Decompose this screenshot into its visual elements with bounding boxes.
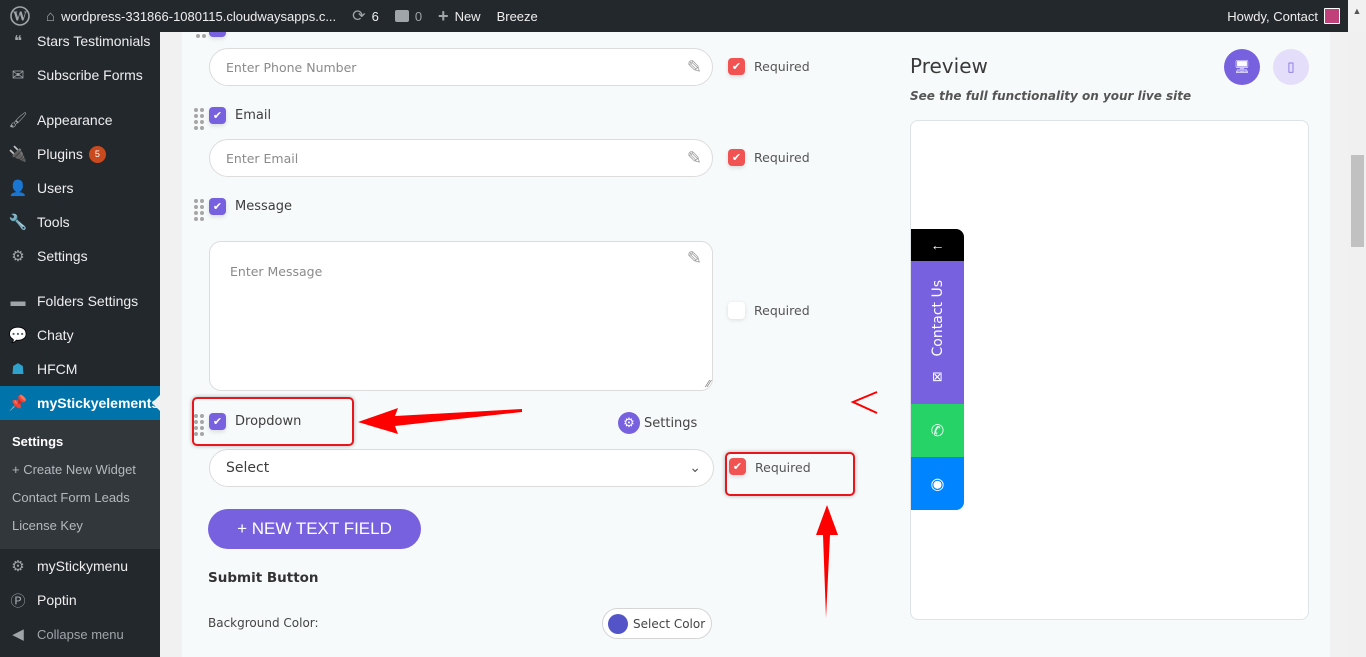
preview-subtitle: See the full functionality on your live … bbox=[910, 89, 1192, 103]
pencil-icon[interactable]: ✎ bbox=[687, 57, 702, 78]
wrench-icon: 🔧 bbox=[8, 214, 28, 231]
updates-link[interactable]: ⟳ 6 bbox=[344, 0, 387, 32]
plugin-icon: 🔌 bbox=[8, 146, 28, 163]
collapse-arrow-button[interactable]: ← bbox=[911, 229, 964, 261]
collapse-icon: ◀ bbox=[12, 626, 24, 643]
mobile-preview-button[interactable]: ▯ bbox=[1273, 49, 1309, 85]
collapse-menu-button[interactable]: ◀ Collapse menu bbox=[0, 617, 160, 651]
dropdown-settings-button[interactable]: ⚙ Settings bbox=[618, 412, 697, 434]
drag-handle-icon[interactable] bbox=[194, 108, 204, 130]
email-required-checkbox[interactable]: ✔ bbox=[728, 149, 745, 166]
annotation-box-dropdown bbox=[192, 397, 354, 446]
sidebar-item-subscribe-forms[interactable]: ✉ Subscribe Forms bbox=[0, 58, 160, 92]
email-enable-checkbox[interactable]: ✔ bbox=[209, 107, 226, 124]
color-swatch bbox=[608, 613, 628, 634]
site-name-link[interactable]: ⌂ wordpress-331866-1080115.cloudwaysapps… bbox=[38, 0, 344, 32]
submit-button-section-title: Submit Button bbox=[208, 570, 319, 586]
email-required-label: Required bbox=[754, 150, 810, 165]
sidebar-item-poptin[interactable]: Ⓟ Poptin bbox=[0, 583, 160, 617]
settings-sliders-icon: ⚙ bbox=[11, 248, 25, 265]
resize-handle-icon[interactable]: ⁄⁄ bbox=[707, 379, 710, 390]
pin-icon: 📌 bbox=[8, 395, 28, 412]
submenu-license-key[interactable]: License Key bbox=[0, 511, 160, 539]
my-account-link[interactable]: Howdy, Contact bbox=[1219, 0, 1340, 32]
updates-icon: ⟳ bbox=[352, 8, 366, 25]
wordpress-icon: W bbox=[10, 6, 30, 26]
wordpress-logo-button[interactable]: W bbox=[0, 0, 38, 32]
submenu-settings[interactable]: Settings bbox=[0, 427, 160, 455]
phone-field[interactable]: Enter Phone Number ✎ bbox=[209, 48, 713, 86]
page-scrollbar[interactable] bbox=[1348, 32, 1366, 657]
select-color-button[interactable]: Select Color bbox=[602, 608, 712, 639]
email-label: Email bbox=[235, 108, 272, 123]
gear-icon: ⚙ bbox=[11, 558, 25, 575]
message-enable-checkbox[interactable]: ✔ bbox=[209, 198, 226, 215]
svg-text:W: W bbox=[12, 10, 27, 24]
sidebar-item-hfcm[interactable]: ☗ HFCM bbox=[0, 352, 160, 386]
sidebar-item-folders-settings[interactable]: ▬ Folders Settings bbox=[0, 284, 160, 318]
quote-icon: ❝ bbox=[13, 33, 23, 50]
plus-icon: + bbox=[438, 5, 449, 26]
admin-sidebar: ❝ Stars Testimonials ✉ Subscribe Forms 🖌 Ap… bbox=[0, 32, 160, 657]
paintbrush-icon: 🖌 bbox=[8, 112, 28, 129]
desktop-preview-button[interactable]: 🖥 bbox=[1224, 49, 1260, 85]
poptin-icon: Ⓟ bbox=[10, 592, 26, 610]
envelope-icon: ⊠ bbox=[932, 370, 943, 386]
folder-icon: ▬ bbox=[10, 292, 26, 310]
sidebar-item-mystickyelements[interactable]: 📌 myStickyelements bbox=[0, 386, 160, 420]
scroll-up-icon[interactable]: ▲ bbox=[1348, 0, 1366, 32]
whatsapp-tab[interactable]: ✆ bbox=[911, 404, 964, 457]
sidebar-item-plugins[interactable]: 🔌 Plugins 5 bbox=[0, 137, 160, 171]
drag-handle-icon[interactable] bbox=[194, 199, 204, 221]
breeze-link[interactable]: Breeze bbox=[489, 0, 546, 32]
whatsapp-icon: ✆ bbox=[930, 422, 945, 440]
messenger-icon: ◉ bbox=[930, 475, 945, 493]
sidebar-item-appearance[interactable]: 🖌 Appearance bbox=[0, 103, 160, 137]
phone-required-checkbox[interactable]: ✔ bbox=[728, 58, 745, 75]
mystickyelements-submenu: Settings + Create New Widget Contact For… bbox=[0, 420, 160, 549]
message-label: Message bbox=[235, 199, 292, 214]
main-content: ✔ Enter Phone Number ✎ ✔ Required ✔ Emai… bbox=[182, 20, 1330, 657]
admin-bar: W ⌂ wordpress-331866-1080115.cloudwaysap… bbox=[0, 0, 1366, 32]
user-icon: 👤 bbox=[8, 180, 28, 197]
sidebar-item-settings[interactable]: ⚙ Settings bbox=[0, 239, 160, 273]
email-field[interactable]: Enter Email ✎ bbox=[209, 139, 713, 177]
new-content-link[interactable]: + New bbox=[430, 0, 489, 32]
phone-required-label: Required bbox=[754, 59, 810, 74]
sidebar-item-chaty[interactable]: 💬 Chaty bbox=[0, 318, 160, 352]
dropdown-select[interactable]: Select ⌄ bbox=[209, 449, 714, 487]
gear-icon: ⚙ bbox=[618, 412, 640, 434]
desktop-icon: 🖥 bbox=[1233, 59, 1251, 74]
chat-icon: 💬 bbox=[8, 327, 28, 344]
plugins-update-badge: 5 bbox=[88, 145, 106, 163]
preview-title: Preview bbox=[910, 54, 988, 78]
messenger-tab[interactable]: ◉ bbox=[911, 457, 964, 510]
annotation-box-required bbox=[725, 452, 855, 496]
preview-canvas: ← Contact Us ⊠ ✆ ◉ bbox=[910, 120, 1309, 620]
contact-us-tab[interactable]: Contact Us ⊠ bbox=[911, 261, 964, 404]
message-textarea[interactable]: Enter Message ✎ ⁄⁄ bbox=[209, 241, 713, 391]
new-text-field-button[interactable]: + NEW TEXT FIELD bbox=[208, 509, 421, 549]
pencil-icon[interactable]: ✎ bbox=[687, 148, 702, 169]
sidebar-item-mystickymenu[interactable]: ⚙ myStickymenu bbox=[0, 549, 160, 583]
avatar bbox=[1324, 8, 1340, 24]
chevron-down-icon: ⌄ bbox=[689, 460, 701, 476]
sidebar-item-tools[interactable]: 🔧 Tools bbox=[0, 205, 160, 239]
sidebar-item-users[interactable]: 👤 Users bbox=[0, 171, 160, 205]
message-required-checkbox[interactable] bbox=[728, 302, 745, 319]
envelope-icon: ✉ bbox=[11, 67, 25, 84]
home-icon: ⌂ bbox=[46, 7, 56, 25]
mobile-icon: ▯ bbox=[1287, 59, 1295, 74]
comments-link[interactable]: 0 bbox=[387, 0, 430, 32]
pencil-icon[interactable]: ✎ bbox=[687, 248, 702, 269]
sticky-tab-bar: ← Contact Us ⊠ ✆ ◉ bbox=[911, 229, 964, 510]
comment-icon bbox=[394, 10, 409, 22]
submenu-create-widget[interactable]: + Create New Widget bbox=[0, 455, 160, 483]
scrollbar-thumb[interactable] bbox=[1351, 155, 1364, 247]
background-color-label: Background Color: bbox=[208, 616, 319, 630]
arrow-left-icon: ← bbox=[930, 237, 945, 253]
message-required-label: Required bbox=[754, 303, 810, 318]
submenu-contact-form-leads[interactable]: Contact Form Leads bbox=[0, 483, 160, 511]
robot-icon: ☗ bbox=[11, 361, 25, 378]
